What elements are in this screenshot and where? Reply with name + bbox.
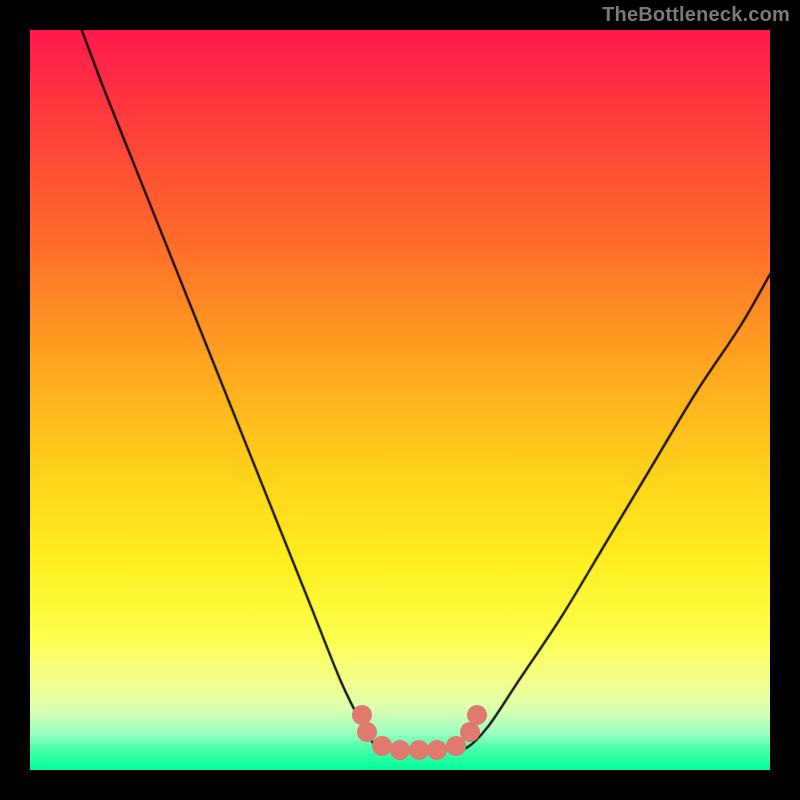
watermark-text: TheBottleneck.com <box>602 4 790 27</box>
gradient-plot-area <box>30 30 770 770</box>
chart-frame: TheBottleneck.com <box>0 0 800 800</box>
